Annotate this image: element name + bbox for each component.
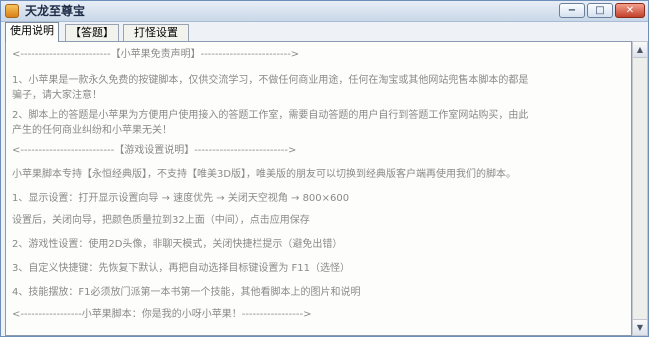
- text-line: 3、自定义快捷键：先恢复下默认，再把自动选择目标键设置为 F11（选怪）: [12, 263, 351, 274]
- vertical-scrollbar[interactable]: ▲ ▼: [632, 41, 648, 336]
- arrow-up-icon: ▲: [636, 45, 644, 54]
- app-window: 天龙至尊宝 − □ ✕ 使用说明 【答题】 打怪设置 <------------…: [0, 0, 649, 337]
- app-icon: [5, 4, 19, 18]
- close-icon: ✕: [625, 5, 635, 16]
- close-button[interactable]: ✕: [615, 3, 645, 18]
- text-line: 2、脚本上的答题是小苹果为方便用户使用接入的答题工作室，需要自动答题的用户自行到…: [12, 110, 529, 121]
- arrow-down-icon: ▼: [636, 323, 644, 332]
- maximize-button[interactable]: □: [587, 3, 613, 18]
- text-line: 1、小苹果是一款永久免费的按键脚本，仅供交流学习，不做任何商业用途，任何在淘宝或…: [12, 75, 529, 86]
- text-line: 产生的任何商业纠纷和小苹果无关！: [12, 125, 172, 136]
- minimize-icon: −: [567, 5, 577, 16]
- text-line: 1、显示设置：打开显示设置向导 → 速度优先 → 关闭天空视角 → 800×60…: [12, 193, 350, 204]
- maximize-icon: □: [595, 5, 605, 16]
- instructions-text-area[interactable]: <-------------------------【小苹果免责声明】-----…: [5, 41, 632, 336]
- title-bar[interactable]: 天龙至尊宝 − □ ✕: [1, 1, 648, 22]
- tab-monster-settings[interactable]: 打怪设置: [123, 24, 189, 41]
- text-line: 2、游戏性设置：使用2D头像，非聊天模式，关闭快捷栏提示（避免出错）: [12, 239, 343, 250]
- text-line: 设置后，关闭向导，把颜色质量拉到32上面（中间），点击应用保存: [12, 215, 310, 226]
- tab-instructions[interactable]: 使用说明: [5, 22, 59, 42]
- text-line: 4、技能摆放：F1必须放门派第一本书第一个技能，其他看脚本上的图片和说明: [12, 287, 361, 298]
- disclaimer-heading: <-------------------------【小苹果免责声明】-----…: [12, 49, 300, 60]
- game-settings-heading: <--------------------------【游戏设置说明】-----…: [12, 145, 297, 156]
- scroll-up-button[interactable]: ▲: [633, 42, 647, 58]
- text-line: 小苹果脚本专持【永恒经典版】，不支持【唯美3D版】，唯美版的朋友可以切换到经典版…: [12, 169, 517, 180]
- footer-line: <-----------------小苹果脚本：你是我的小呀小苹果！------…: [12, 309, 312, 320]
- scroll-down-button[interactable]: ▼: [633, 319, 647, 335]
- minimize-button[interactable]: −: [559, 3, 585, 18]
- tab-answer[interactable]: 【答题】: [65, 24, 119, 41]
- window-title: 天龙至尊宝: [25, 4, 86, 18]
- text-line: 骗子，请大家注意！: [12, 90, 102, 101]
